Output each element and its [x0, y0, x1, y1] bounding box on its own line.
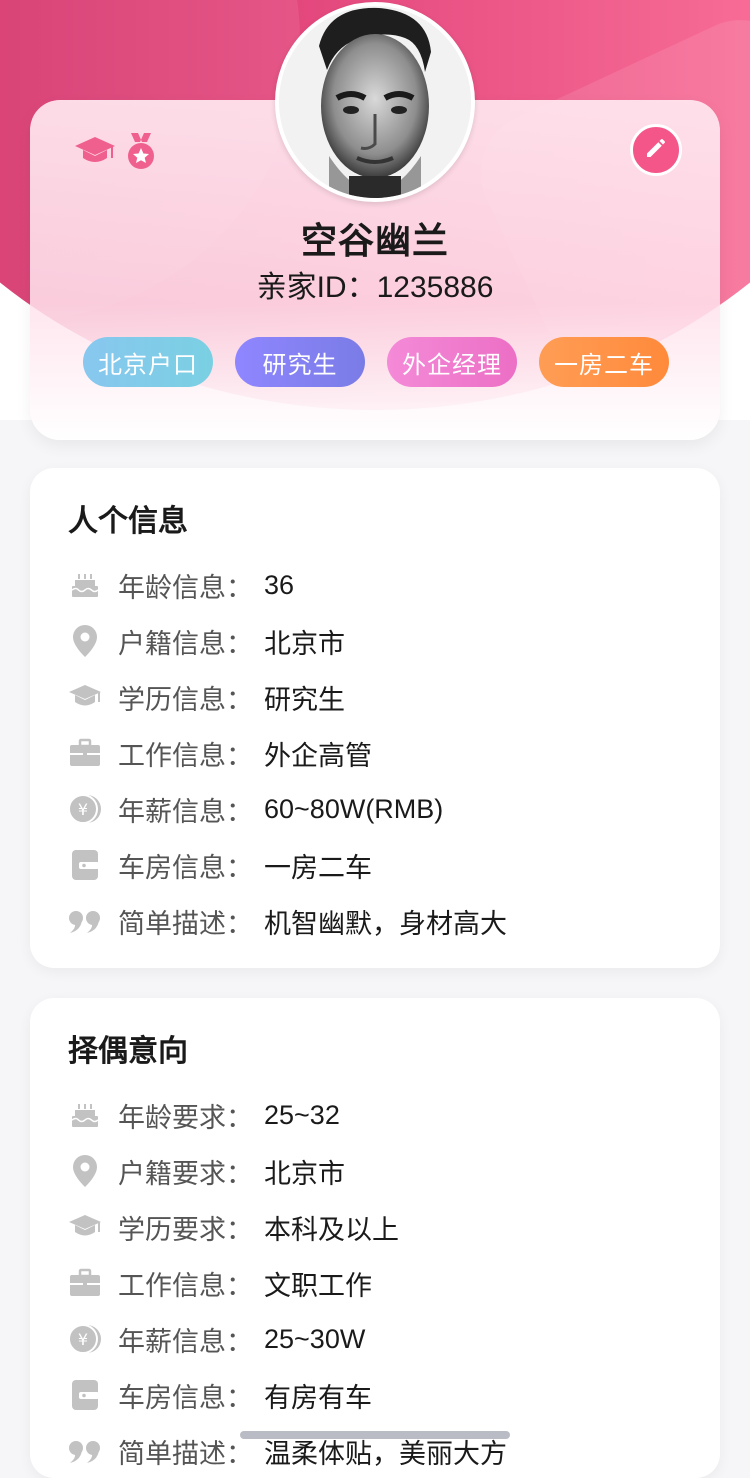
- pref-row-education: 学历要求： 本科及以上: [68, 1207, 399, 1247]
- pref-row-hukou: 户籍要求： 北京市: [68, 1151, 345, 1191]
- row-value: 外企高管: [264, 740, 372, 771]
- row-label: 工作信息：: [118, 1270, 253, 1301]
- profile-id: 亲家ID：1235886: [0, 262, 750, 306]
- row-value: 机智幽默，身材高大: [264, 908, 507, 939]
- briefcase-icon: [68, 1266, 102, 1300]
- info-row-description: 简单描述： 机智幽默，身材高大: [68, 901, 507, 941]
- pref-row-salary: ¥ 年薪信息： 25~30W: [68, 1319, 365, 1359]
- pref-row-age: 年龄要求： 25~32: [68, 1095, 340, 1135]
- cake-icon: [68, 568, 102, 602]
- info-row-age: 年龄信息： 36: [68, 565, 294, 605]
- row-label: 工作信息：: [118, 740, 253, 771]
- row-value: 25~32: [264, 1099, 340, 1130]
- tag-hukou[interactable]: 北京户口: [83, 337, 213, 387]
- row-label: 学历要求：: [118, 1214, 253, 1245]
- location-pin-icon: [68, 624, 102, 658]
- tag-assets[interactable]: 一房二车: [539, 337, 669, 387]
- row-label: 户籍要求：: [118, 1158, 253, 1189]
- pref-row-work: 工作信息： 文职工作: [68, 1263, 372, 1303]
- yen-coin-icon: ¥: [68, 792, 102, 826]
- badge-row: [74, 132, 162, 172]
- row-label: 年龄信息：: [118, 572, 253, 603]
- wallet-icon: [68, 848, 102, 882]
- personal-info-card: 人个信息 年龄信息： 36 户籍信息： 北京市 学历信息： 研究生 工作信息： …: [30, 468, 720, 968]
- row-label: 年薪信息：: [118, 1326, 253, 1357]
- info-row-work: 工作信息： 外企高管: [68, 733, 372, 773]
- briefcase-icon: [68, 736, 102, 770]
- home-indicator[interactable]: [240, 1431, 510, 1439]
- row-label: 学历信息：: [118, 684, 253, 715]
- graduation-cap-icon[interactable]: [74, 132, 116, 172]
- yen-coin-icon: ¥: [68, 1322, 102, 1356]
- quote-icon: [68, 1434, 102, 1468]
- row-value: 文职工作: [264, 1270, 372, 1301]
- row-label: 户籍信息：: [118, 628, 253, 659]
- tag-job[interactable]: 外企经理: [387, 337, 517, 387]
- row-label: 年薪信息：: [118, 796, 253, 827]
- pencil-icon: [644, 136, 668, 165]
- partner-preference-title: 择偶意向: [68, 1035, 188, 1068]
- graduation-cap-icon: [68, 1210, 102, 1244]
- row-label: 年龄要求：: [118, 1102, 253, 1133]
- graduation-cap-icon: [68, 680, 102, 714]
- profile-id-value: 1235886: [376, 271, 494, 304]
- medal-icon[interactable]: [120, 132, 162, 172]
- info-row-salary: ¥ 年薪信息： 60~80W(RMB): [68, 789, 443, 829]
- info-row-assets: 车房信息： 一房二车: [68, 845, 372, 885]
- tag-list: 北京户口 研究生 外企经理 一房二车: [83, 337, 669, 387]
- row-label: 简单描述：: [118, 908, 253, 939]
- pref-row-assets: 车房信息： 有房有车: [68, 1375, 372, 1415]
- row-value: 有房有车: [264, 1382, 372, 1413]
- profile-id-label: 亲家ID：: [256, 271, 377, 304]
- info-row-hukou: 户籍信息： 北京市: [68, 621, 345, 661]
- avatar[interactable]: [275, 2, 475, 202]
- profile-name: 空谷幽兰: [300, 220, 449, 261]
- row-value: 北京市: [264, 1158, 345, 1189]
- row-value: 25~30W: [264, 1323, 366, 1354]
- row-value: 北京市: [264, 628, 345, 659]
- svg-text:¥: ¥: [78, 800, 88, 819]
- wallet-icon: [68, 1378, 102, 1412]
- row-value: 36: [264, 569, 295, 600]
- location-pin-icon: [68, 1154, 102, 1188]
- row-value: 一房二车: [264, 852, 372, 883]
- info-row-education: 学历信息： 研究生: [68, 677, 345, 717]
- quote-icon: [68, 904, 102, 938]
- cake-icon: [68, 1098, 102, 1132]
- row-value: 研究生: [264, 684, 345, 715]
- row-label: 车房信息：: [118, 1382, 253, 1413]
- edit-profile-button[interactable]: [630, 124, 682, 176]
- row-label: 车房信息：: [118, 852, 253, 883]
- tag-education[interactable]: 研究生: [235, 337, 365, 387]
- svg-text:¥: ¥: [78, 1330, 88, 1349]
- row-value: 本科及以上: [264, 1214, 399, 1245]
- personal-info-title: 人个信息: [68, 505, 188, 538]
- partner-preference-card: 择偶意向 年龄要求： 25~32 户籍要求： 北京市 学历要求： 本科及以上 工…: [30, 998, 720, 1478]
- row-value: 60~80W(RMB): [264, 793, 444, 824]
